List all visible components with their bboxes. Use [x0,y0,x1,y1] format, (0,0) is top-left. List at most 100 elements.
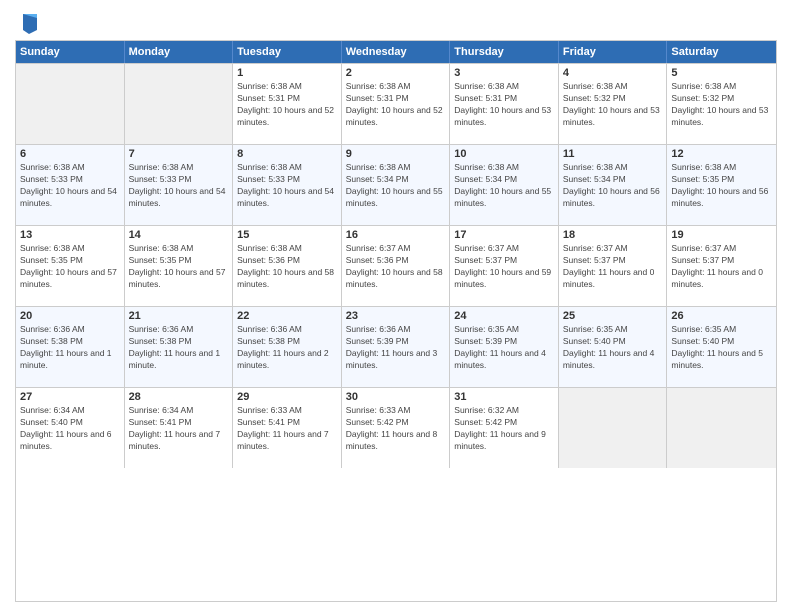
calendar-cell: 27Sunrise: 6:34 AM Sunset: 5:40 PM Dayli… [16,388,125,468]
calendar-cell: 10Sunrise: 6:38 AM Sunset: 5:34 PM Dayli… [450,145,559,225]
calendar-cell [125,64,234,144]
calendar-cell: 12 Sunrise: 6:38 AM Sunset: 5:35 PM Dayli… [667,145,776,225]
calendar-cell: 5 Sunrise: 6:38 AM Sunset: 5:32 PM Daylig… [667,64,776,144]
calendar-cell: 13 Sunrise: 6:38 AM Sunset: 5:35 PM Dayli… [16,226,125,306]
day-detail: Sunrise: 6:38 AM Sunset: 5:32 PM Dayligh… [563,81,663,129]
calendar-cell: 25 Sunrise: 6:35 AM Sunset: 5:40 PM Dayli… [559,307,668,387]
day-number: 7 [129,148,229,160]
calendar-cell: 9 Sunrise: 6:38 AM Sunset: 5:34 PM Daylig… [342,145,451,225]
day-detail: Sunrise: 6:38 AM Sunset: 5:34 PM Dayligh… [563,162,663,210]
calendar-week-4: 20 Sunrise: 6:36 AM Sunset: 5:38 PM Dayli… [16,306,776,387]
day-number: 30 [346,391,446,403]
day-number: 29 [237,391,337,403]
day-detail: Sunrise: 6:34 AM Sunset: 5:40 PM Dayligh… [20,405,120,453]
day-number: 13 [20,229,120,241]
day-detail: Sunrise: 6:36 AM Sunset: 5:39 PM Dayligh… [346,324,446,372]
calendar-cell: 3Sunrise: 6:38 AM Sunset: 5:31 PM Daylig… [450,64,559,144]
day-detail: Sunrise: 6:38 AM Sunset: 5:32 PM Dayligh… [671,81,772,129]
day-number: 2 [346,67,446,79]
day-number: 8 [237,148,337,160]
calendar-cell: 2Sunrise: 6:38 AM Sunset: 5:31 PM Daylig… [342,64,451,144]
calendar-header-friday: Friday [559,41,668,63]
day-number: 26 [671,310,772,322]
calendar-header-monday: Monday [125,41,234,63]
day-detail: Sunrise: 6:37 AM Sunset: 5:37 PM Dayligh… [671,243,772,291]
calendar-cell: 23 Sunrise: 6:36 AM Sunset: 5:39 PM Dayli… [342,307,451,387]
day-number: 4 [563,67,663,79]
calendar-cell: 11 Sunrise: 6:38 AM Sunset: 5:34 PM Dayli… [559,145,668,225]
day-number: 12 [671,148,772,160]
day-number: 6 [20,148,120,160]
calendar-cell: 21Sunrise: 6:36 AM Sunset: 5:38 PM Dayli… [125,307,234,387]
calendar-cell [16,64,125,144]
day-detail: Sunrise: 6:38 AM Sunset: 5:34 PM Dayligh… [346,162,446,210]
calendar-cell: 14Sunrise: 6:38 AM Sunset: 5:35 PM Dayli… [125,226,234,306]
calendar-cell [559,388,668,468]
day-detail: Sunrise: 6:36 AM Sunset: 5:38 PM Dayligh… [237,324,337,372]
calendar-header-sunday: Sunday [16,41,125,63]
calendar-week-2: 6 Sunrise: 6:38 AM Sunset: 5:33 PM Daylig… [16,144,776,225]
day-detail: Sunrise: 6:34 AM Sunset: 5:41 PM Dayligh… [129,405,229,453]
day-number: 31 [454,391,554,403]
calendar-week-5: 27Sunrise: 6:34 AM Sunset: 5:40 PM Dayli… [16,387,776,468]
day-detail: Sunrise: 6:37 AM Sunset: 5:37 PM Dayligh… [454,243,554,291]
day-number: 1 [237,67,337,79]
day-detail: Sunrise: 6:37 AM Sunset: 5:37 PM Dayligh… [563,243,663,291]
calendar-cell: 20 Sunrise: 6:36 AM Sunset: 5:38 PM Dayli… [16,307,125,387]
day-number: 15 [237,229,337,241]
day-number: 3 [454,67,554,79]
calendar-cell: 6Sunrise: 6:38 AM Sunset: 5:33 PM Daylig… [16,145,125,225]
page: SundayMondayTuesdayWednesdayThursdayFrid… [0,0,792,612]
calendar-header-tuesday: Tuesday [233,41,342,63]
calendar-week-3: 13 Sunrise: 6:38 AM Sunset: 5:35 PM Dayli… [16,225,776,306]
header [15,10,777,34]
logo-icon [19,10,39,34]
calendar-cell: 8 Sunrise: 6:38 AM Sunset: 5:33 PM Daylig… [233,145,342,225]
day-number: 28 [129,391,229,403]
calendar-cell: 17 Sunrise: 6:37 AM Sunset: 5:37 PM Dayli… [450,226,559,306]
day-number: 17 [454,229,554,241]
day-number: 11 [563,148,663,160]
day-detail: Sunrise: 6:38 AM Sunset: 5:34 PM Dayligh… [454,162,554,210]
day-detail: Sunrise: 6:33 AM Sunset: 5:41 PM Dayligh… [237,405,337,453]
calendar-cell: 26 Sunrise: 6:35 AM Sunset: 5:40 PM Dayli… [667,307,776,387]
calendar-cell: 22 Sunrise: 6:36 AM Sunset: 5:38 PM Dayli… [233,307,342,387]
calendar-cell: 4 Sunrise: 6:38 AM Sunset: 5:32 PM Daylig… [559,64,668,144]
day-detail: Sunrise: 6:35 AM Sunset: 5:39 PM Dayligh… [454,324,554,372]
day-number: 22 [237,310,337,322]
day-detail: Sunrise: 6:32 AM Sunset: 5:42 PM Dayligh… [454,405,554,453]
day-detail: Sunrise: 6:38 AM Sunset: 5:33 PM Dayligh… [237,162,337,210]
day-detail: Sunrise: 6:33 AM Sunset: 5:42 PM Dayligh… [346,405,446,453]
day-number: 23 [346,310,446,322]
calendar-cell: 29 Sunrise: 6:33 AM Sunset: 5:41 PM Dayli… [233,388,342,468]
calendar-cell: 15Sunrise: 6:38 AM Sunset: 5:36 PM Dayli… [233,226,342,306]
day-detail: Sunrise: 6:36 AM Sunset: 5:38 PM Dayligh… [20,324,120,372]
calendar-cell: 19Sunrise: 6:37 AM Sunset: 5:37 PM Dayli… [667,226,776,306]
calendar-cell [667,388,776,468]
day-detail: Sunrise: 6:38 AM Sunset: 5:31 PM Dayligh… [237,81,337,129]
calendar-cell: 18Sunrise: 6:37 AM Sunset: 5:37 PM Dayli… [559,226,668,306]
day-number: 5 [671,67,772,79]
logo [15,10,39,34]
day-number: 16 [346,229,446,241]
calendar-cell: 30 Sunrise: 6:33 AM Sunset: 5:42 PM Dayli… [342,388,451,468]
calendar-header-wednesday: Wednesday [342,41,451,63]
calendar-cell: 31 Sunrise: 6:32 AM Sunset: 5:42 PM Dayli… [450,388,559,468]
calendar-cell: 16 Sunrise: 6:37 AM Sunset: 5:36 PM Dayli… [342,226,451,306]
day-detail: Sunrise: 6:38 AM Sunset: 5:35 PM Dayligh… [671,162,772,210]
day-detail: Sunrise: 6:37 AM Sunset: 5:36 PM Dayligh… [346,243,446,291]
day-detail: Sunrise: 6:35 AM Sunset: 5:40 PM Dayligh… [563,324,663,372]
calendar-header-thursday: Thursday [450,41,559,63]
day-detail: Sunrise: 6:38 AM Sunset: 5:35 PM Dayligh… [20,243,120,291]
calendar-cell: 28 Sunrise: 6:34 AM Sunset: 5:41 PM Dayli… [125,388,234,468]
day-number: 24 [454,310,554,322]
day-number: 14 [129,229,229,241]
calendar-cell: 1 Sunrise: 6:38 AM Sunset: 5:31 PM Daylig… [233,64,342,144]
calendar-body: 1 Sunrise: 6:38 AM Sunset: 5:31 PM Daylig… [16,63,776,468]
day-number: 25 [563,310,663,322]
day-number: 21 [129,310,229,322]
day-number: 9 [346,148,446,160]
calendar-cell: 7Sunrise: 6:38 AM Sunset: 5:33 PM Daylig… [125,145,234,225]
day-detail: Sunrise: 6:35 AM Sunset: 5:40 PM Dayligh… [671,324,772,372]
day-number: 20 [20,310,120,322]
